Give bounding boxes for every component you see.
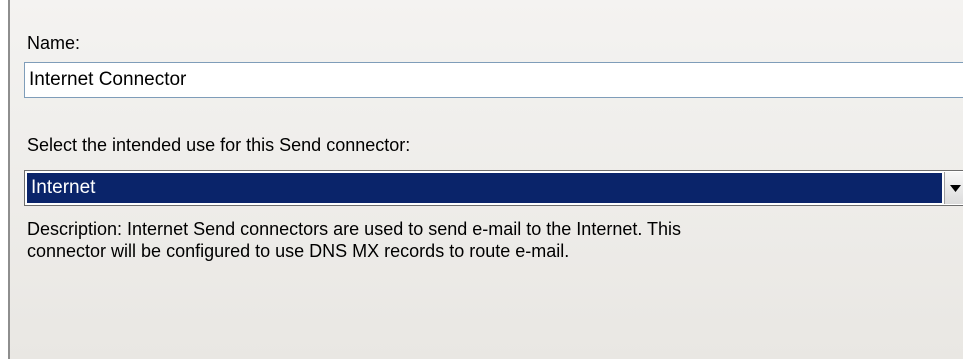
- description-line-2: connector will be configured to use DNS …: [27, 241, 570, 261]
- intended-use-select[interactable]: Internet: [24, 170, 963, 206]
- dropdown-button[interactable]: [944, 172, 963, 204]
- description-line-1: Description: Internet Send connectors ar…: [27, 219, 682, 239]
- description-text: Description: Internet Send connectors ar…: [27, 218, 927, 262]
- intended-use-label: Select the intended use for this Send co…: [27, 135, 411, 155]
- name-label: Name:: [27, 33, 81, 53]
- name-input[interactable]: Internet Connector: [24, 62, 963, 98]
- chevron-down-icon: [950, 184, 961, 192]
- connector-settings-panel: Name: Internet Connector Select the inte…: [8, 0, 963, 359]
- intended-use-selected-value[interactable]: Internet: [27, 173, 942, 203]
